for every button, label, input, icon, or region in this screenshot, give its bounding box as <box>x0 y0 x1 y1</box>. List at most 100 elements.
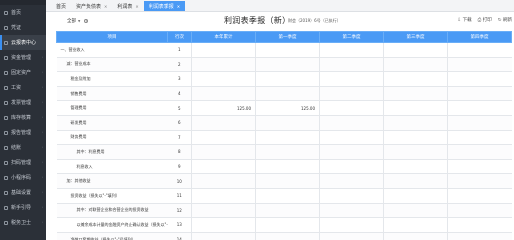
row-q4-cell[interactable] <box>447 100 512 116</box>
row-ytd-cell[interactable] <box>191 217 256 233</box>
row-q2-cell[interactable] <box>319 159 384 175</box>
sidebar-item[interactable]: 扫码管理 › <box>0 155 46 170</box>
row-q2-cell[interactable] <box>319 57 384 73</box>
row-ytd-cell[interactable] <box>191 159 256 175</box>
row-q4-cell[interactable] <box>447 232 512 240</box>
row-q2-cell[interactable] <box>319 232 384 240</box>
sidebar-item[interactable]: 库存核算 › <box>0 110 46 125</box>
row-ytd-cell[interactable] <box>191 173 256 189</box>
close-icon[interactable]: ✕ <box>177 4 180 9</box>
row-q1-cell[interactable] <box>255 86 320 102</box>
row-q4-cell[interactable] <box>447 159 512 175</box>
sidebar-item[interactable]: 基础设置 › <box>0 185 46 200</box>
close-icon[interactable]: ✕ <box>135 4 138 9</box>
row-q3-cell[interactable] <box>383 144 448 160</box>
row-q2-cell[interactable] <box>319 86 384 102</box>
row-q3-cell[interactable] <box>383 173 448 189</box>
sidebar-item[interactable]: 资金管理 › <box>0 50 46 65</box>
row-q1-cell[interactable] <box>255 42 320 58</box>
close-icon[interactable]: ✕ <box>104 4 107 9</box>
sidebar-item[interactable]: 结账 › <box>0 140 46 155</box>
download-button[interactable]: ⇩ 下载 <box>457 17 471 24</box>
sidebar-item[interactable]: 小程序码 › <box>0 170 46 185</box>
row-q3-cell[interactable] <box>383 71 448 87</box>
row-q3-cell[interactable] <box>383 159 448 175</box>
row-q3-cell[interactable] <box>383 217 448 233</box>
row-q4-cell[interactable] <box>447 217 512 233</box>
row-q4-cell[interactable] <box>447 86 512 102</box>
row-q1-cell[interactable] <box>255 217 320 233</box>
tab-income-statement[interactable]: 利润表 ✕ <box>112 1 144 11</box>
row-q4-cell[interactable] <box>447 115 512 131</box>
row-q2-cell[interactable] <box>319 115 384 131</box>
tab-balance-sheet[interactable]: 资产负债表 ✕ <box>71 1 113 11</box>
row-q4-cell[interactable] <box>447 173 512 189</box>
row-q1-cell[interactable] <box>255 115 320 131</box>
row-q2-cell[interactable] <box>319 42 384 58</box>
row-q1-cell[interactable] <box>255 173 320 189</box>
row-q4-cell[interactable] <box>447 57 512 73</box>
row-q1-cell[interactable] <box>255 144 320 160</box>
row-q1-cell[interactable] <box>255 188 320 204</box>
row-q2-cell[interactable] <box>319 71 384 87</box>
row-q1-cell[interactable] <box>255 203 320 219</box>
row-q1-cell[interactable]: 125.00 <box>255 100 320 116</box>
sidebar-item[interactable]: 税务卫士 › <box>0 215 46 230</box>
row-q2-cell[interactable] <box>319 217 384 233</box>
row-item-cell: 其中：对联营企业和合营企业的投资收益 <box>56 203 168 219</box>
row-q2-cell[interactable] <box>319 100 384 116</box>
row-q3-cell[interactable] <box>383 203 448 219</box>
row-q3-cell[interactable] <box>383 115 448 131</box>
sidebar-item[interactable]: 发票管理 › <box>0 95 46 110</box>
row-q3-cell[interactable] <box>383 42 448 58</box>
row-q4-cell[interactable] <box>447 130 512 146</box>
row-q4-cell[interactable] <box>447 42 512 58</box>
row-q2-cell[interactable] <box>319 130 384 146</box>
row-ytd-cell[interactable] <box>191 188 256 204</box>
row-ytd-cell[interactable] <box>191 144 256 160</box>
row-q3-cell[interactable] <box>383 188 448 204</box>
row-ytd-cell[interactable] <box>191 130 256 146</box>
row-q4-cell[interactable] <box>447 71 512 87</box>
row-ytd-cell[interactable] <box>191 57 256 73</box>
sidebar-item[interactable]: 首页 <box>0 5 46 20</box>
row-ytd-cell[interactable] <box>191 42 256 58</box>
row-ytd-cell[interactable] <box>191 86 256 102</box>
row-ytd-cell[interactable] <box>191 71 256 87</box>
row-ytd-cell[interactable] <box>191 203 256 219</box>
sidebar-item[interactable]: 固定资产 › <box>0 65 46 80</box>
help-icon[interactable]: ? <box>84 19 89 23</box>
row-q2-cell[interactable] <box>319 144 384 160</box>
row-q3-cell[interactable] <box>383 86 448 102</box>
sidebar-item[interactable]: 云报表中心 <box>0 35 46 50</box>
row-q4-cell[interactable] <box>447 144 512 160</box>
chevron-right-icon: › <box>41 115 43 119</box>
sidebar-item[interactable]: 报告管理 › <box>0 125 46 140</box>
tab-income-quarterly[interactable]: 利润表季报 ✕ <box>143 1 186 11</box>
row-q1-cell[interactable] <box>255 71 320 87</box>
row-line-cell: 13 <box>167 217 192 233</box>
row-q3-cell[interactable] <box>383 100 448 116</box>
row-q2-cell[interactable] <box>319 188 384 204</box>
row-q4-cell[interactable] <box>447 203 512 219</box>
refresh-button[interactable]: ↻ 刷新 <box>498 17 512 24</box>
filter-dropdown[interactable]: 全部 ▼ ? <box>67 18 89 24</box>
row-q4-cell[interactable] <box>447 188 512 204</box>
row-ytd-cell[interactable] <box>191 232 256 240</box>
row-q2-cell[interactable] <box>319 173 384 189</box>
row-q2-cell[interactable] <box>319 203 384 219</box>
row-ytd-cell[interactable]: 125.00 <box>191 100 256 116</box>
row-q1-cell[interactable] <box>255 57 320 73</box>
sidebar-item[interactable]: 新手引导 › <box>0 200 46 215</box>
row-ytd-cell[interactable] <box>191 115 256 131</box>
print-button[interactable]: ⎙ 打印 <box>478 17 492 23</box>
row-q3-cell[interactable] <box>383 57 448 73</box>
row-q1-cell[interactable] <box>255 130 320 146</box>
row-q1-cell[interactable] <box>255 232 320 240</box>
row-q1-cell[interactable] <box>255 159 320 175</box>
tab-home[interactable]: 首页 <box>51 1 72 11</box>
row-q3-cell[interactable] <box>383 232 448 240</box>
sidebar-item[interactable]: 凭证 <box>0 20 46 35</box>
sidebar-item[interactable]: 工资 › <box>0 80 46 95</box>
row-q3-cell[interactable] <box>383 130 448 146</box>
